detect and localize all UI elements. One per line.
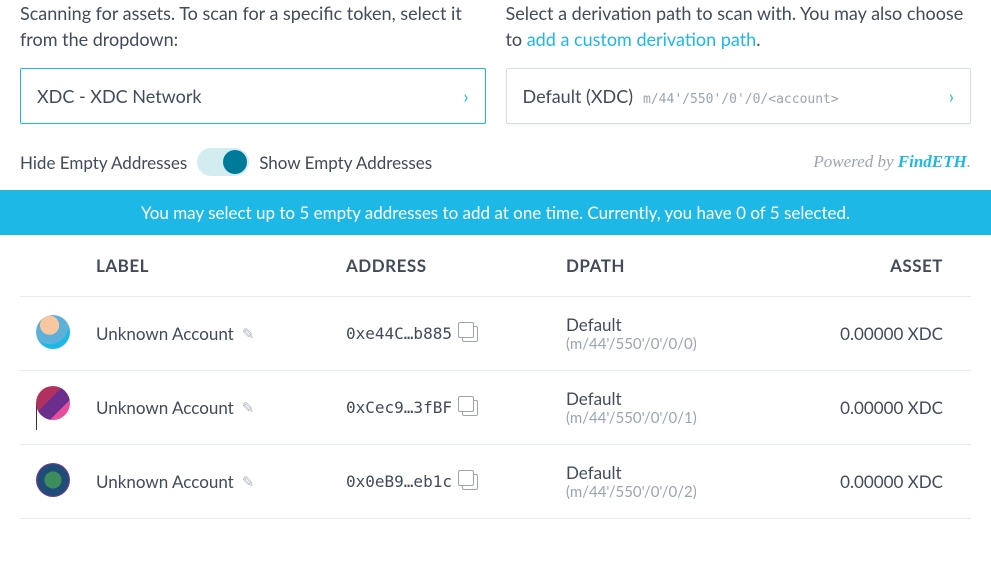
powered-suffix: .: [967, 152, 971, 171]
token-select[interactable]: XDC - XDC Network ›: [20, 68, 486, 124]
dpath-select-path: m/44'/550'/0'/0/<account>: [643, 92, 839, 107]
account-address: 0xe44C…b885: [346, 324, 452, 343]
account-asset: 0.00000 XDC: [776, 323, 955, 344]
account-label: Unknown Account: [96, 471, 234, 492]
pencil-icon[interactable]: ✎: [242, 399, 255, 417]
account-asset: 0.00000 XDC: [776, 397, 955, 418]
account-asset: 0.00000 XDC: [776, 471, 955, 492]
toggle-knob: [223, 150, 247, 174]
dpath-path: (m/44'/550'/0'/0/1): [566, 409, 776, 428]
dpath-description: Select a derivation path to scan with. Y…: [506, 0, 972, 52]
table-row[interactable]: Unknown Account ✎ 0x0eB9…eb1c Default (m…: [20, 445, 971, 519]
dpath-name: Default: [566, 462, 776, 483]
account-address: 0xCec9…3fBF: [346, 398, 452, 417]
dpath-desc-suffix: .: [756, 28, 760, 50]
toggle-label-show: Show Empty Addresses: [259, 152, 432, 173]
chevron-right-icon: ›: [463, 85, 468, 107]
dpath-select-value: Default (XDC): [523, 85, 634, 107]
add-custom-dpath-link[interactable]: add a custom derivation path: [527, 28, 756, 50]
pencil-icon[interactable]: ✎: [242, 325, 255, 343]
table-row[interactable]: Unknown Account ✎ 0xCec9…3fBF Default (m…: [20, 371, 971, 445]
copy-icon[interactable]: [462, 474, 478, 490]
col-label: LABEL: [96, 255, 346, 276]
selection-banner: You may select up to 5 empty addresses t…: [0, 190, 991, 235]
copy-icon[interactable]: [462, 326, 478, 342]
findeth-link[interactable]: FindETH: [898, 152, 967, 171]
pencil-icon[interactable]: ✎: [242, 473, 255, 491]
account-label: Unknown Account: [96, 323, 234, 344]
table-header: LABEL ADDRESS DPATH ASSET: [20, 235, 971, 297]
empty-addresses-toggle[interactable]: [197, 148, 249, 176]
dpath-path: (m/44'/550'/0'/0/2): [566, 483, 776, 502]
accounts-table: LABEL ADDRESS DPATH ASSET Unknown Accoun…: [20, 235, 971, 519]
col-asset: ASSET: [776, 255, 955, 276]
chevron-right-icon: ›: [949, 85, 954, 107]
dpath-name: Default: [566, 314, 776, 335]
col-dpath: DPATH: [566, 255, 776, 276]
avatar: [36, 315, 70, 349]
avatar: [36, 386, 70, 420]
copy-icon[interactable]: [462, 400, 478, 416]
avatar: [36, 463, 70, 497]
account-address: 0x0eB9…eb1c: [346, 472, 452, 491]
dpath-path: (m/44'/550'/0'/0/0): [566, 335, 776, 354]
dpath-select[interactable]: Default (XDC) m/44'/550'/0'/0/<account> …: [506, 68, 972, 124]
col-address: ADDRESS: [346, 255, 566, 276]
toggle-label-hide: Hide Empty Addresses: [20, 152, 187, 173]
scan-description: Scanning for assets. To scan for a speci…: [20, 0, 486, 52]
account-label: Unknown Account: [96, 397, 234, 418]
powered-by: Powered by FindETH.: [813, 152, 971, 172]
dpath-name: Default: [566, 388, 776, 409]
token-select-value: XDC - XDC Network: [37, 85, 202, 107]
table-row[interactable]: Unknown Account ✎ 0xe44C…b885 Default (m…: [20, 297, 971, 371]
powered-prefix: Powered by: [813, 152, 897, 171]
